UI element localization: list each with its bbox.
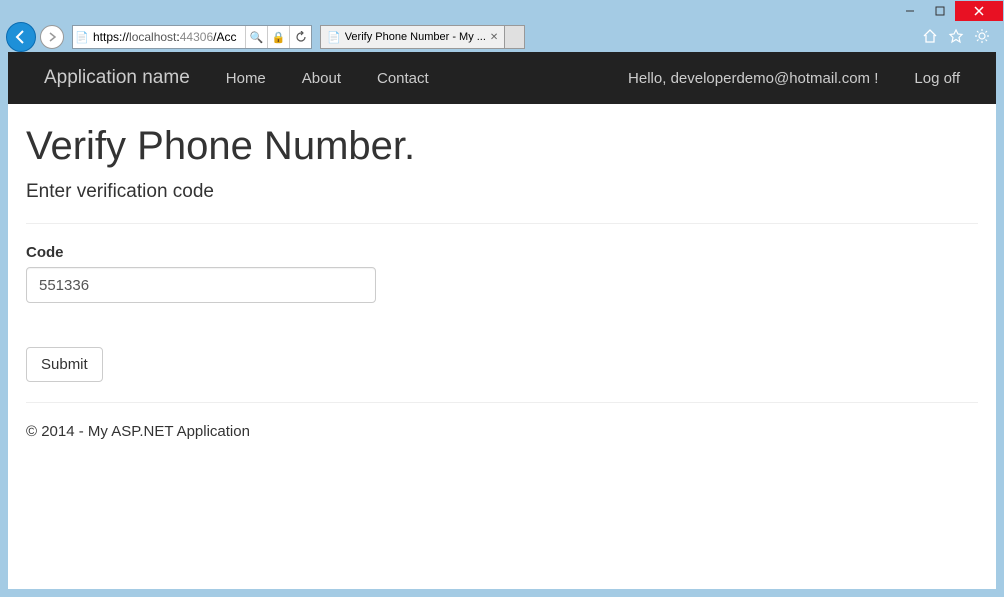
tab-strip: 📄 Verify Phone Number - My ... ✕	[320, 25, 525, 49]
browser-toolbar: 📄 https://localhost:44306/Acc 🔍 🔒 📄 Veri…	[0, 22, 1004, 52]
page-title: Verify Phone Number.	[26, 124, 978, 169]
close-button[interactable]	[955, 1, 1003, 21]
minimize-button[interactable]	[895, 1, 925, 21]
divider	[26, 223, 978, 224]
browser-window: 📄 https://localhost:44306/Acc 🔍 🔒 📄 Veri…	[0, 0, 1004, 597]
page-viewport: Application name Home About Contact Hell…	[8, 52, 996, 589]
url-port: 44306	[180, 30, 213, 44]
nav-link-about[interactable]: About	[284, 70, 359, 87]
code-label: Code	[26, 244, 978, 261]
window-titlebar	[0, 0, 1004, 22]
back-button[interactable]	[6, 22, 36, 52]
new-tab-button[interactable]	[505, 25, 525, 49]
toolbar-right	[922, 28, 998, 47]
url-prefix: https://	[93, 30, 129, 44]
page-subtitle: Enter verification code	[26, 181, 978, 203]
nav-link-home[interactable]: Home	[208, 70, 284, 87]
logoff-link[interactable]: Log off	[896, 70, 978, 87]
forward-button[interactable]	[40, 25, 64, 49]
browser-tab[interactable]: 📄 Verify Phone Number - My ... ✕	[320, 25, 505, 49]
page-icon: 📄	[73, 31, 91, 44]
url-host: localhost	[129, 30, 176, 44]
maximize-button[interactable]	[925, 1, 955, 21]
user-greeting[interactable]: Hello, developerdemo@hotmail.com !	[610, 70, 896, 87]
tab-title: Verify Phone Number - My ...	[345, 31, 486, 43]
navbar-right: Hello, developerdemo@hotmail.com ! Log o…	[610, 70, 978, 87]
url-path: /Acc	[213, 30, 236, 44]
code-input[interactable]	[26, 267, 376, 303]
nav-link-contact[interactable]: Contact	[359, 70, 447, 87]
tab-close-icon[interactable]: ✕	[490, 32, 498, 43]
favorites-icon[interactable]	[948, 28, 964, 47]
address-bar[interactable]: 📄 https://localhost:44306/Acc 🔍 🔒	[72, 25, 312, 49]
divider	[26, 402, 978, 403]
url-input[interactable]: https://localhost:44306/Acc	[91, 30, 245, 44]
ssl-lock-icon[interactable]: 🔒	[267, 26, 289, 48]
home-icon[interactable]	[922, 28, 938, 47]
tab-favicon: 📄	[327, 31, 341, 44]
site-navbar: Application name Home About Contact Hell…	[8, 52, 996, 104]
footer-text: © 2014 - My ASP.NET Application	[26, 423, 978, 440]
refresh-button[interactable]	[289, 26, 311, 48]
tools-icon[interactable]	[974, 28, 990, 47]
submit-button[interactable]: Submit	[26, 347, 103, 382]
page-body: Verify Phone Number. Enter verification …	[8, 104, 996, 460]
search-dropdown-button[interactable]: 🔍	[245, 26, 267, 48]
brand-link[interactable]: Application name	[44, 67, 190, 89]
